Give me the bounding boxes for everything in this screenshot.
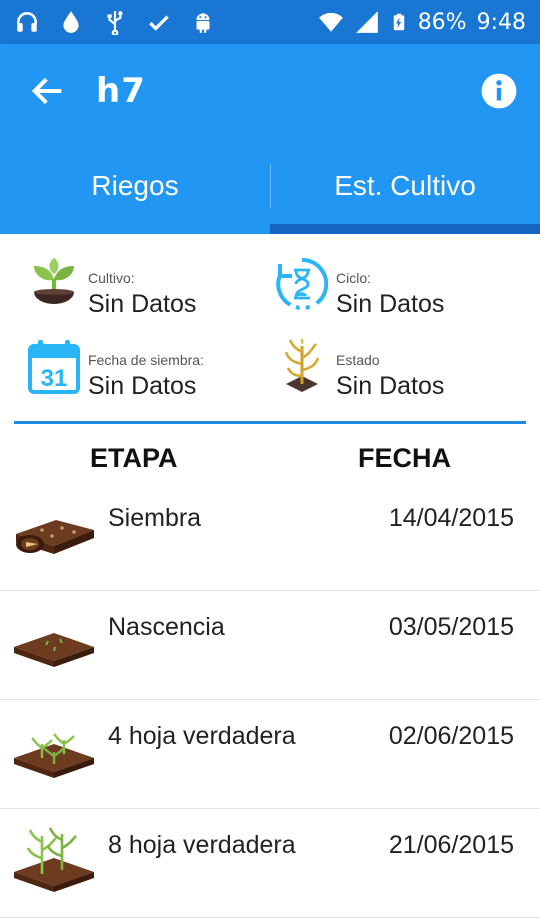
- headphones-icon: [17, 12, 37, 32]
- back-arrow-icon[interactable]: [28, 71, 68, 111]
- estado-value: Sin Datos: [336, 372, 445, 400]
- table-row[interactable]: 8 hoja verdadera 21/06/2015: [0, 809, 540, 918]
- stage-date: 21/06/2015: [388, 831, 514, 859]
- cultivo-label: Cultivo:: [88, 270, 135, 286]
- cell-signal-icon: [355, 11, 378, 33]
- tab-divider: [270, 164, 271, 208]
- table-row[interactable]: 4 hoja verdadera 02/06/2015: [0, 700, 540, 809]
- dry-corn-icon: [284, 339, 320, 392]
- stage-date: 03/05/2015: [388, 613, 514, 641]
- estado-label: Estado: [336, 352, 380, 368]
- sprouting-soil-icon: [14, 633, 94, 667]
- fecha-siembra-info: 31 Fecha de siembra: Sin Datos: [28, 338, 204, 401]
- battery-percent: 86%: [417, 9, 467, 35]
- seeded-soil-icon: [16, 520, 94, 554]
- tab-riegos[interactable]: Riegos: [0, 138, 270, 234]
- check-icon: [149, 15, 169, 31]
- table-row[interactable]: Siembra 14/04/2015: [0, 482, 540, 591]
- android-icon: [196, 13, 210, 33]
- stage-date: 14/04/2015: [388, 504, 514, 532]
- section-divider: [14, 421, 526, 424]
- ciclo-info: Ciclo: Sin Datos: [276, 256, 444, 319]
- info-icon[interactable]: [480, 72, 518, 110]
- calendar-icon: 31: [28, 340, 80, 394]
- page-title: h7: [96, 71, 146, 111]
- stage-name: 8 hoja verdadera: [108, 831, 296, 859]
- battery-charging-icon: [393, 13, 404, 31]
- ciclo-value: Sin Datos: [336, 290, 445, 318]
- tall-plants-soil-icon: [14, 827, 94, 892]
- cultivo-value: Sin Datos: [88, 290, 197, 318]
- calendar-day-number: 31: [41, 365, 68, 392]
- clock: 9:48: [476, 9, 526, 35]
- cultivo-info: Cultivo: Sin Datos: [28, 256, 196, 319]
- stage-name: 4 hoja verdadera: [108, 722, 296, 750]
- small-plants-soil-icon: [14, 733, 94, 778]
- tab-bar: Riegos Est. Cultivo: [0, 138, 540, 234]
- usb-icon: [107, 11, 123, 35]
- fecha-siembra-value: Sin Datos: [88, 372, 197, 400]
- crop-info-panel: Cultivo: Sin Datos Ciclo: Sin Datos 31 F…: [0, 250, 540, 410]
- ciclo-label: Ciclo:: [336, 270, 372, 286]
- fecha-siembra-label: Fecha de siembra:: [88, 352, 204, 368]
- status-bar: 86% 9:48: [0, 0, 540, 44]
- stage-name: Siembra: [108, 504, 202, 532]
- tab-est-cultivo[interactable]: Est. Cultivo: [270, 138, 540, 234]
- estado-info: Estado Sin Datos: [276, 338, 444, 401]
- stage-column-header: ETAPA: [90, 443, 178, 473]
- hourglass-cycle-icon: [276, 257, 328, 310]
- water-drop-icon: [63, 11, 79, 33]
- sprout-icon: [34, 258, 74, 304]
- table-row[interactable]: Nascencia 03/05/2015: [0, 591, 540, 700]
- date-column-header: FECHA: [358, 443, 451, 473]
- wifi-icon: [318, 12, 343, 32]
- stage-date: 02/06/2015: [388, 722, 514, 750]
- app-bar: h7: [0, 44, 540, 138]
- stage-name: Nascencia: [108, 613, 225, 641]
